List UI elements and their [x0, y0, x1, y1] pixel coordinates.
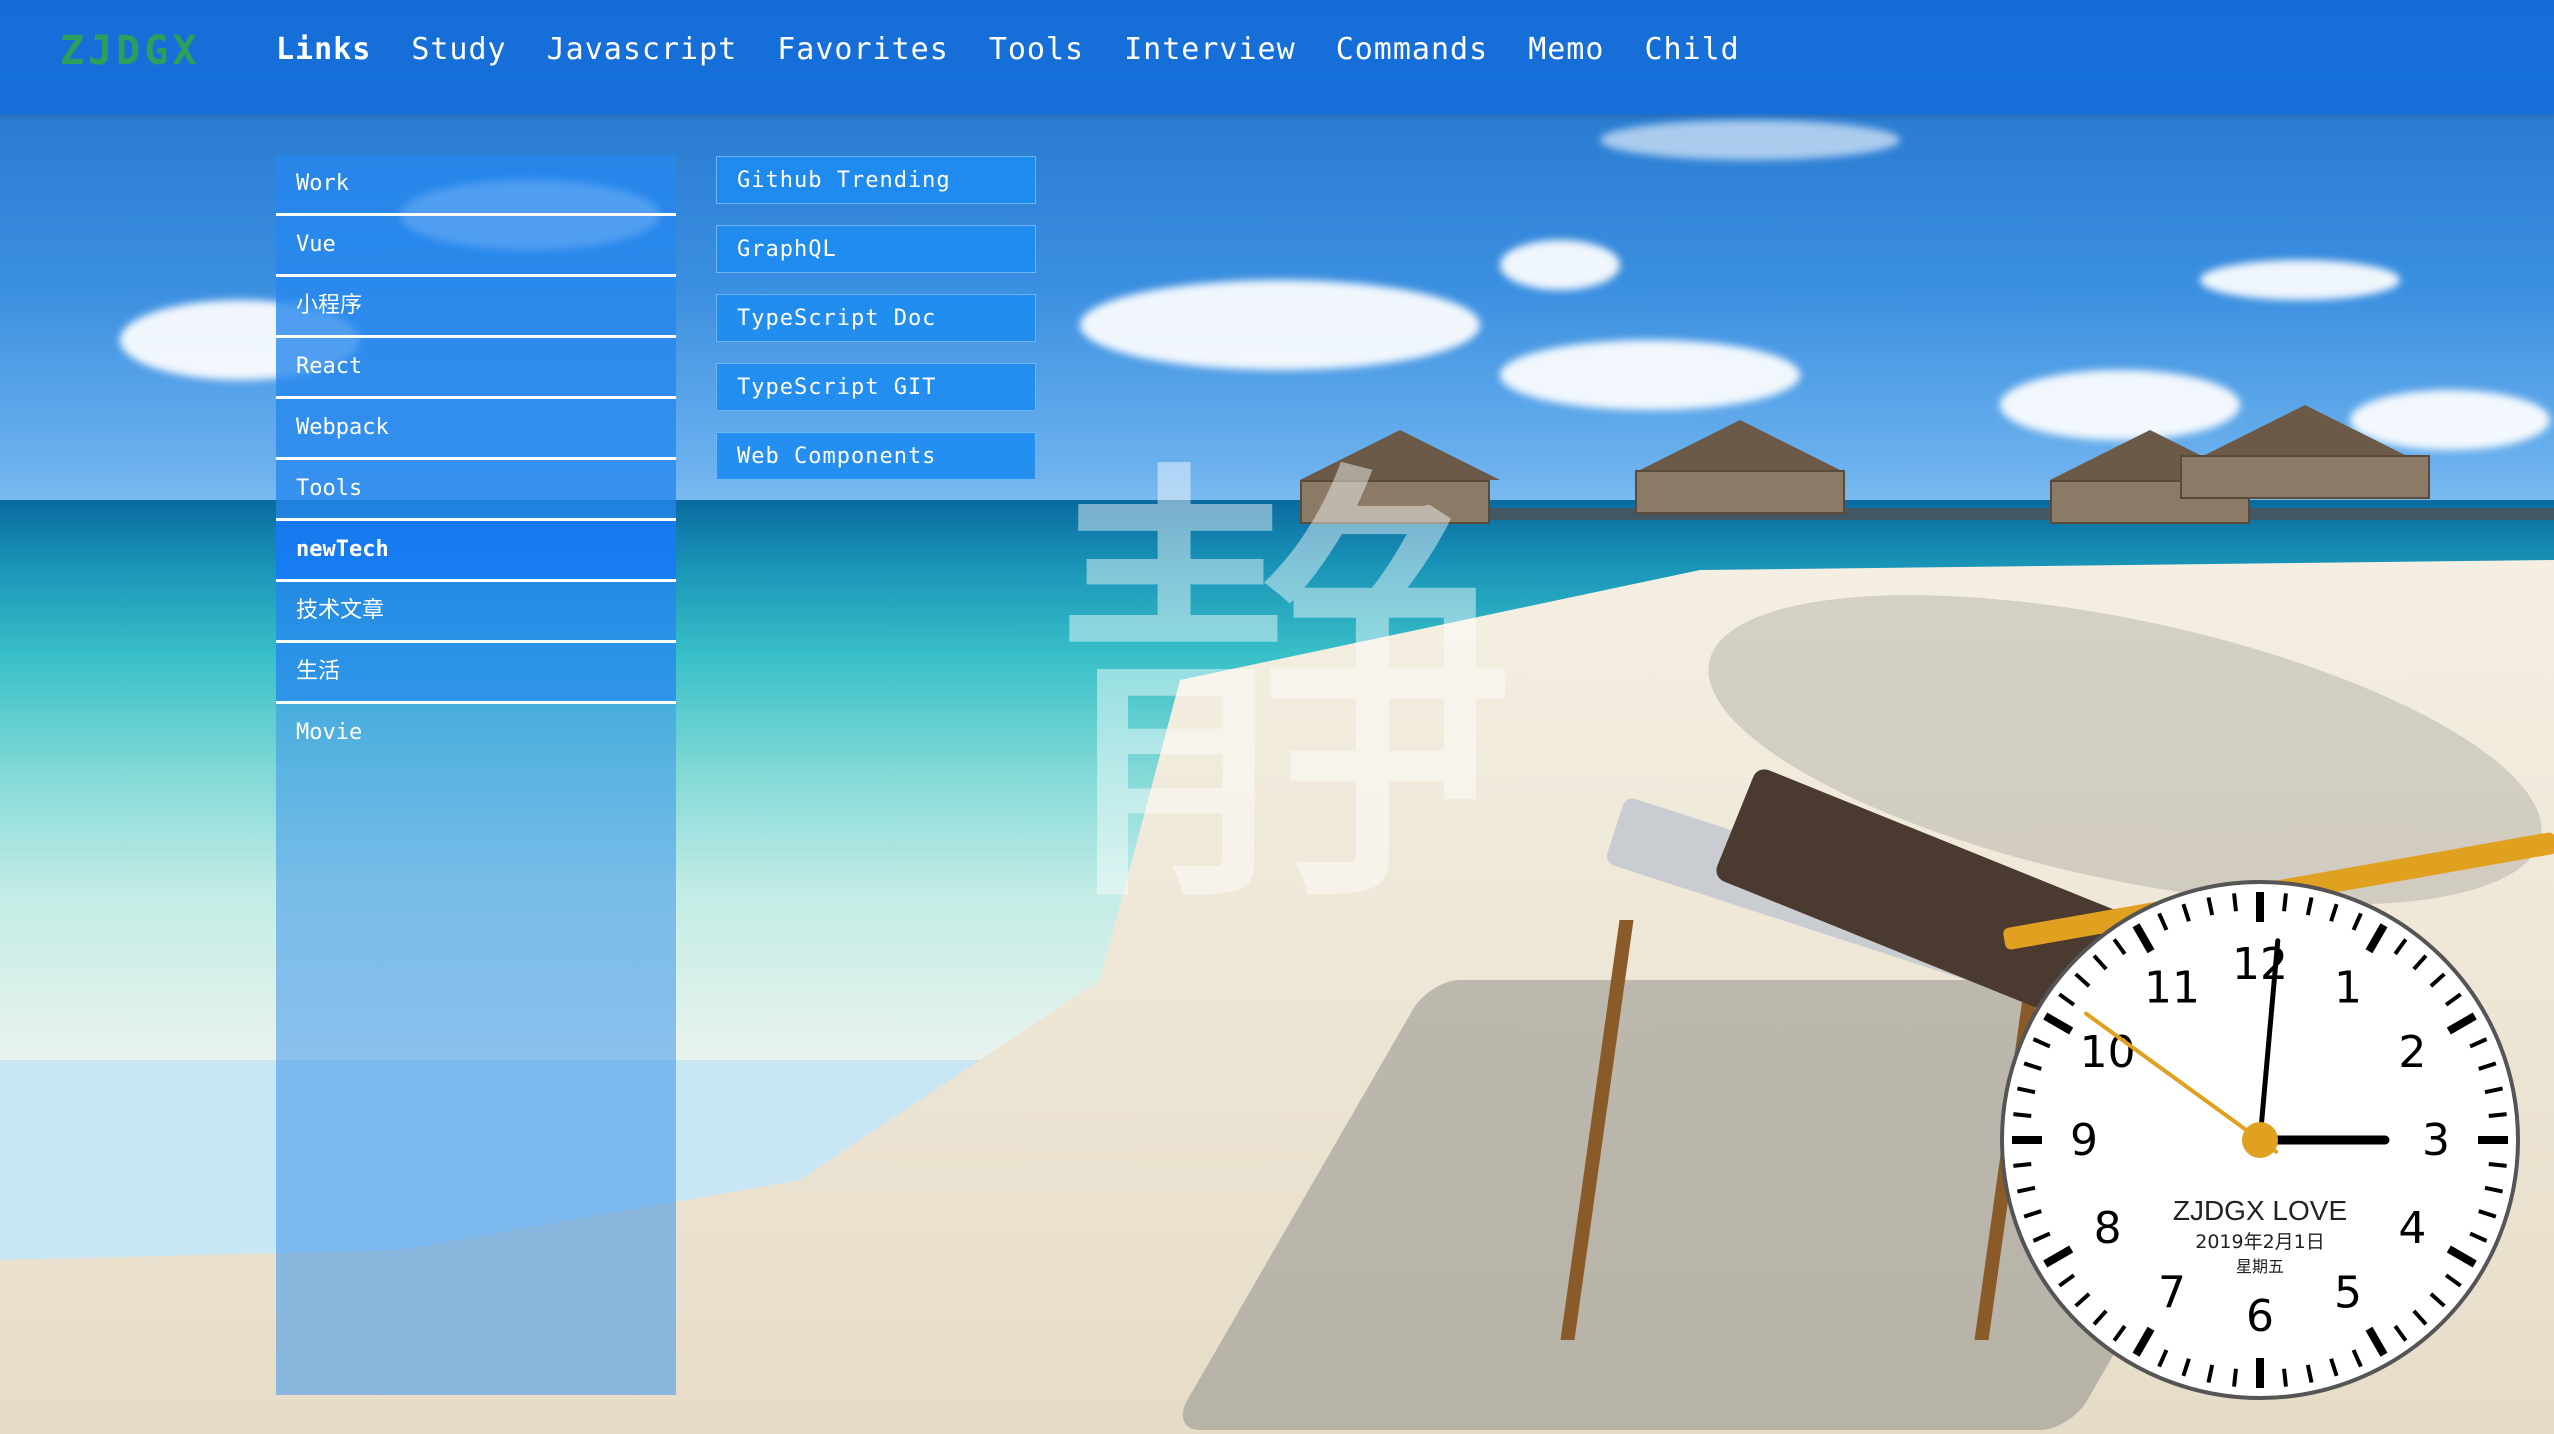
sidebar-item-movie[interactable]: Movie — [276, 704, 676, 762]
clock-number: 8 — [2094, 1203, 2122, 1254]
clock-brand: ZJDGX LOVE — [2173, 1195, 2347, 1226]
clock-number: 10 — [2080, 1027, 2136, 1078]
link-github-trending[interactable]: Github Trending — [716, 156, 1036, 204]
link-typescript-doc[interactable]: TypeScript Doc — [716, 294, 1036, 342]
clock-weekday: 星期五 — [2236, 1257, 2284, 1276]
site-logo[interactable]: ZJDGX — [60, 28, 200, 74]
water-villa — [2180, 405, 2430, 499]
clock-number: 1 — [2334, 963, 2362, 1014]
cloud — [1500, 340, 1800, 410]
link-graphql[interactable]: GraphQL — [716, 225, 1036, 273]
clock-date: 2019年2月1日 — [2195, 1231, 2325, 1253]
analog-clock: 12 1234567891011ZJDGX LOVE2019年2月1日星期五 — [2000, 880, 2520, 1400]
clock-minute-tick — [2232, 893, 2238, 912]
water-villa — [1635, 420, 1845, 514]
nav-links[interactable]: Links — [276, 32, 371, 67]
nav-study[interactable]: Study — [411, 32, 506, 67]
nav-commands[interactable]: Commands — [1336, 32, 1489, 67]
clock-minute-tick — [2013, 1112, 2032, 1118]
sidebar-item-newtech[interactable]: newTech — [276, 521, 676, 582]
cloud — [1500, 240, 1620, 290]
cloud — [1080, 280, 1480, 370]
nav-tools[interactable]: Tools — [989, 32, 1084, 67]
clock-number: 3 — [2422, 1115, 2450, 1166]
clock-number: 11 — [2144, 963, 2200, 1014]
sidebar-item-tools[interactable]: Tools — [276, 460, 676, 521]
cloud — [1600, 120, 1900, 160]
clock-number: 5 — [2334, 1267, 2362, 1318]
clock-minute-tick — [2232, 1368, 2238, 1387]
cloud — [2200, 260, 2400, 300]
sidebar-item-react[interactable]: React — [276, 338, 676, 399]
nav-favorites[interactable]: Favorites — [777, 32, 949, 67]
clock-number: 7 — [2158, 1267, 2186, 1318]
category-sidebar: Work Vue 小程序 React Webpack Tools newTech… — [276, 155, 676, 1395]
clock-minute-tick — [2282, 1368, 2288, 1387]
clock-minute-tick — [2282, 893, 2288, 912]
link-typescript-git[interactable]: TypeScript GIT — [716, 363, 1036, 411]
clock-number: 6 — [2246, 1291, 2274, 1342]
sidebar-item-vue[interactable]: Vue — [276, 216, 676, 277]
nav-memo[interactable]: Memo — [1528, 32, 1604, 67]
link-web-components[interactable]: Web Components — [716, 432, 1036, 480]
link-list: Github Trending GraphQL TypeScript Doc T… — [716, 156, 1036, 501]
clock-minute-tick — [2488, 1112, 2507, 1118]
sidebar-item-work[interactable]: Work — [276, 155, 676, 216]
main-nav: Links Study Javascript Favorites Tools I… — [276, 32, 1740, 67]
nav-interview[interactable]: Interview — [1124, 32, 1296, 67]
clock-number: 9 — [2070, 1115, 2098, 1166]
clock-number: 4 — [2398, 1203, 2426, 1254]
sidebar-item-life[interactable]: 生活 — [276, 643, 676, 704]
sidebar-item-tech-articles[interactable]: 技术文章 — [276, 582, 676, 643]
clock-number: 2 — [2398, 1027, 2426, 1078]
clock-center-cap — [2242, 1122, 2278, 1158]
clock-minute-tick — [2488, 1162, 2507, 1168]
top-navbar: ZJDGX Links Study Javascript Favorites T… — [0, 0, 2554, 114]
background-character: 静 — [1050, 421, 1520, 968]
nav-child[interactable]: Child — [1644, 32, 1739, 67]
clock-minute-tick — [2013, 1162, 2032, 1168]
sidebar-item-webpack[interactable]: Webpack — [276, 399, 676, 460]
sidebar-item-miniprogram[interactable]: 小程序 — [276, 277, 676, 338]
nav-javascript[interactable]: Javascript — [547, 32, 738, 67]
